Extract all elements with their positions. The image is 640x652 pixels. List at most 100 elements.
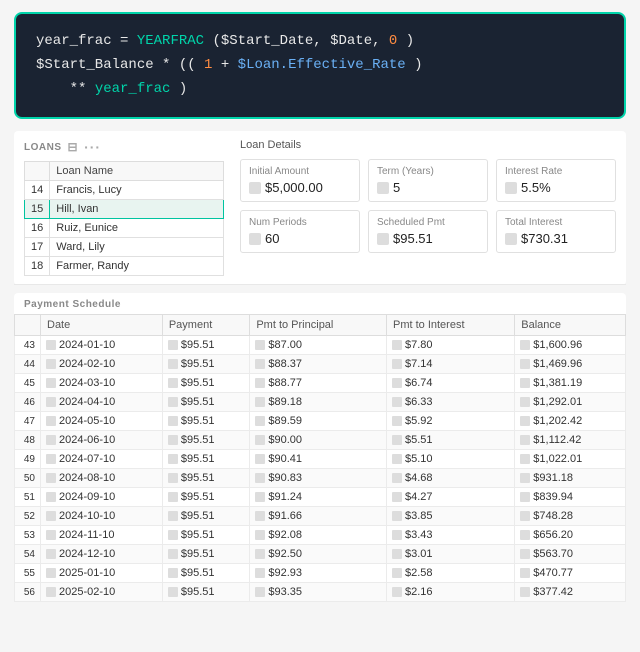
row-balance: $1,381.19 xyxy=(515,374,626,393)
detail-label: Term (Years) xyxy=(377,166,479,177)
payment-row: 52 2024-10-10 $95.51 $91.66 $3.85 $748.2… xyxy=(15,507,626,526)
principal-icon xyxy=(255,492,265,502)
principal-icon xyxy=(255,378,265,388)
principal-icon xyxy=(255,340,265,350)
principal-icon xyxy=(255,587,265,597)
row-balance: $1,600.96 xyxy=(515,336,626,355)
row-payment: $95.51 xyxy=(162,355,250,374)
row-date: 2024-01-10 xyxy=(41,336,163,355)
payment-icon xyxy=(168,530,178,540)
row-date: 2024-07-10 xyxy=(41,450,163,469)
date-icon xyxy=(46,340,56,350)
row-date: 2025-02-10 xyxy=(41,583,163,602)
interest-icon xyxy=(392,549,402,559)
detail-cell-icon xyxy=(249,182,261,194)
row-principal: $89.18 xyxy=(250,393,387,412)
payment-icon xyxy=(168,492,178,502)
row-balance: $656.20 xyxy=(515,526,626,545)
payment-row: 46 2024-04-10 $95.51 $89.18 $6.33 $1,292… xyxy=(15,393,626,412)
row-principal: $90.00 xyxy=(250,431,387,450)
filter-icon[interactable]: ⊟ xyxy=(68,140,79,154)
loans-table-row[interactable]: 14 Francis, Lucy xyxy=(25,181,224,200)
row-date: 2024-11-10 xyxy=(41,526,163,545)
code-editor-block: year_frac = YEARFRAC ($Start_Date, $Date… xyxy=(14,12,626,119)
payment-row: 56 2025-02-10 $95.51 $93.35 $2.16 $377.4… xyxy=(15,583,626,602)
row-payment: $95.51 xyxy=(162,488,250,507)
row-num: 17 xyxy=(25,238,50,257)
loans-table-row[interactable]: 17 Ward, Lily xyxy=(25,238,224,257)
payment-icon xyxy=(168,359,178,369)
balance-icon xyxy=(520,473,530,483)
payment-row: 49 2024-07-10 $95.51 $90.41 $5.10 $1,022… xyxy=(15,450,626,469)
payment-icon xyxy=(168,340,178,350)
payment-row: 48 2024-06-10 $95.51 $90.00 $5.51 $1,112… xyxy=(15,431,626,450)
row-balance: $931.18 xyxy=(515,469,626,488)
balance-icon xyxy=(520,397,530,407)
payment-row: 44 2024-02-10 $95.51 $88.37 $7.14 $1,469… xyxy=(15,355,626,374)
row-date: 2024-09-10 xyxy=(41,488,163,507)
row-principal: $87.00 xyxy=(250,336,387,355)
balance-icon xyxy=(520,435,530,445)
row-interest: $3.01 xyxy=(386,545,514,564)
date-icon xyxy=(46,587,56,597)
balance-icon xyxy=(520,530,530,540)
row-payment: $95.51 xyxy=(162,526,250,545)
payment-icon xyxy=(168,378,178,388)
loans-table-row[interactable]: 15 Hill, Ivan xyxy=(25,200,224,219)
row-principal: $91.24 xyxy=(250,488,387,507)
row-balance: $1,112.42 xyxy=(515,431,626,450)
row-date: 2024-06-10 xyxy=(41,431,163,450)
payment-row: 53 2024-11-10 $95.51 $92.08 $3.43 $656.2… xyxy=(15,526,626,545)
loans-header: LOANS ⊟ ··· xyxy=(24,139,224,155)
balance-icon xyxy=(520,549,530,559)
payment-row: 54 2024-12-10 $95.51 $92.50 $3.01 $563.7… xyxy=(15,545,626,564)
principal-icon xyxy=(255,416,265,426)
row-idx: 55 xyxy=(15,564,41,583)
row-date: 2024-10-10 xyxy=(41,507,163,526)
detail-value: $730.31 xyxy=(505,231,607,246)
principal-icon xyxy=(255,473,265,483)
row-date: 2024-03-10 xyxy=(41,374,163,393)
row-principal: $91.66 xyxy=(250,507,387,526)
row-balance: $1,022.01 xyxy=(515,450,626,469)
payment-icon xyxy=(168,454,178,464)
balance-icon xyxy=(520,416,530,426)
date-icon xyxy=(46,530,56,540)
detail-card: Num Periods 60 xyxy=(240,210,360,253)
detail-value: 60 xyxy=(249,231,351,246)
date-icon xyxy=(46,435,56,445)
date-icon xyxy=(46,359,56,369)
payment-row: 45 2024-03-10 $95.51 $88.77 $6.74 $1,381… xyxy=(15,374,626,393)
loans-panel: LOANS ⊟ ··· Loan Name 14 Francis, Lucy 1… xyxy=(24,139,224,276)
code-line-3: ** year_frac ) xyxy=(36,78,604,102)
interest-icon xyxy=(392,435,402,445)
more-icon[interactable]: ··· xyxy=(84,139,101,155)
payment-row: 50 2024-08-10 $95.51 $90.83 $4.68 $931.1… xyxy=(15,469,626,488)
detail-value: 5 xyxy=(377,180,479,195)
row-interest: $3.85 xyxy=(386,507,514,526)
row-payment: $95.51 xyxy=(162,336,250,355)
row-interest: $2.58 xyxy=(386,564,514,583)
row-balance: $839.94 xyxy=(515,488,626,507)
detail-card: Total Interest $730.31 xyxy=(496,210,616,253)
row-num: 16 xyxy=(25,219,50,238)
interest-icon xyxy=(392,359,402,369)
detail-cell-icon xyxy=(249,233,261,245)
date-icon xyxy=(46,511,56,521)
detail-value: 5.5% xyxy=(505,180,607,195)
row-principal: $93.35 xyxy=(250,583,387,602)
detail-card: Scheduled Pmt $95.51 xyxy=(368,210,488,253)
row-idx: 49 xyxy=(15,450,41,469)
date-icon xyxy=(46,378,56,388)
balance-icon xyxy=(520,454,530,464)
row-payment: $95.51 xyxy=(162,469,250,488)
row-date: 2024-04-10 xyxy=(41,393,163,412)
row-principal: $88.77 xyxy=(250,374,387,393)
row-idx: 50 xyxy=(15,469,41,488)
loans-table-row[interactable]: 16 Ruiz, Eunice xyxy=(25,219,224,238)
interest-icon xyxy=(392,473,402,483)
payment-col-4: Pmt to Interest xyxy=(386,315,514,336)
row-interest: $4.68 xyxy=(386,469,514,488)
row-date: 2024-08-10 xyxy=(41,469,163,488)
loans-table-row[interactable]: 18 Farmer, Randy xyxy=(25,257,224,276)
